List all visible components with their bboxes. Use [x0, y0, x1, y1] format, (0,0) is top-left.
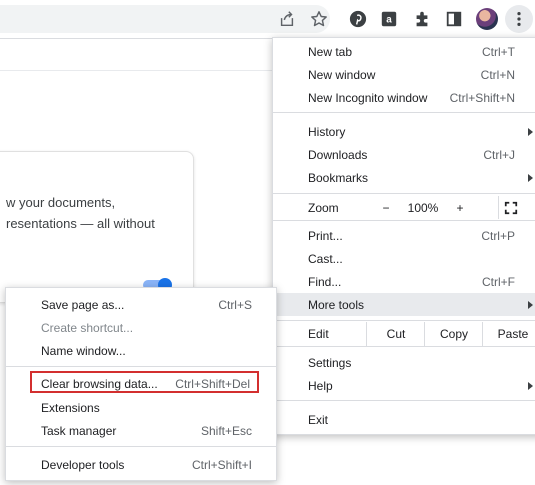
zoom-out-button[interactable]: −	[371, 196, 401, 219]
menu-separator	[6, 446, 276, 447]
menu-label: Find...	[308, 274, 342, 289]
page-divider	[0, 70, 285, 71]
copy-button[interactable]: Copy	[424, 322, 483, 346]
menu-separator	[273, 320, 535, 321]
menu-label: History	[308, 124, 346, 139]
menu-shortcut: Ctrl+N	[480, 67, 515, 82]
menu-item-more-tools[interactable]: More tools	[273, 293, 535, 316]
menu-label: Save page as...	[41, 297, 125, 312]
zoom-in-button[interactable]: +	[445, 196, 475, 219]
menu-label: Downloads	[308, 147, 368, 162]
menu-shortcut: Ctrl+T	[482, 44, 515, 59]
highlight-annotation	[30, 371, 259, 393]
submenu-arrow-icon	[528, 173, 533, 182]
menu-item-save-page[interactable]: Save page as... Ctrl+S	[6, 293, 276, 316]
menu-label: More tools	[308, 297, 365, 312]
menu-item-bookmarks[interactable]: Bookmarks	[273, 166, 535, 189]
menu-label: Create shortcut...	[41, 320, 134, 335]
menu-item-help[interactable]: Help	[273, 374, 535, 397]
menu-separator	[273, 346, 535, 347]
menu-shortcut: Ctrl+Shift+N	[449, 90, 515, 105]
menu-shortcut: Ctrl+F	[482, 274, 515, 289]
menu-shortcut: Shift+Esc	[200, 423, 252, 438]
menu-label: Help	[308, 378, 333, 393]
chrome-main-menu: New tab Ctrl+T New window Ctrl+N New Inc…	[272, 37, 535, 435]
menu-label: New tab	[308, 44, 353, 59]
menu-shortcut: Ctrl+Shift+I	[191, 457, 252, 472]
submenu-arrow-icon	[528, 127, 533, 136]
kebab-menu-icon[interactable]	[505, 5, 533, 33]
paste-button[interactable]: Paste	[482, 322, 535, 346]
menu-label: Edit	[308, 326, 329, 341]
menu-item-edit: Edit Cut Copy Paste	[273, 322, 535, 346]
menu-separator	[273, 193, 535, 194]
menu-item-new-window[interactable]: New window Ctrl+N	[273, 63, 535, 86]
menu-label: Name window...	[41, 343, 126, 358]
menu-label: Cast...	[308, 251, 343, 266]
menu-item-settings[interactable]: Settings	[273, 351, 535, 374]
menu-item-task-manager[interactable]: Task manager Shift+Esc	[6, 419, 276, 442]
menu-item-create-shortcut[interactable]: Create shortcut...	[6, 316, 276, 339]
menu-item-new-incognito[interactable]: New Incognito window Ctrl+Shift+N	[273, 86, 535, 109]
menu-label: Exit	[308, 412, 329, 427]
pinterest-icon[interactable]	[347, 8, 369, 30]
cut-button[interactable]: Cut	[366, 322, 425, 346]
menu-label: Zoom	[308, 200, 339, 215]
menu-item-find[interactable]: Find... Ctrl+F	[273, 270, 535, 293]
menu-separator	[273, 400, 535, 401]
menu-label: Bookmarks	[308, 170, 369, 185]
menu-label: Print...	[308, 228, 343, 243]
menu-item-cast[interactable]: Cast...	[273, 247, 535, 270]
menu-shortcut: Ctrl+P	[481, 228, 515, 243]
avatar[interactable]	[476, 8, 498, 30]
menu-item-zoom: Zoom − 100% +	[273, 196, 535, 219]
menu-label: Extensions	[41, 400, 100, 415]
menu-separator	[273, 220, 535, 221]
menu-separator	[273, 112, 535, 113]
star-icon[interactable]	[308, 8, 330, 30]
menu-item-history[interactable]: History	[273, 120, 535, 143]
zoom-level: 100%	[407, 200, 439, 215]
menu-shortcut: Ctrl+J	[483, 147, 515, 162]
menu-item-print[interactable]: Print... Ctrl+P	[273, 224, 535, 247]
menu-label: New window	[308, 67, 376, 82]
menu-label: Developer tools	[41, 457, 125, 472]
card-text: w your documents, resentations — all wit…	[6, 195, 155, 231]
menu-label: New Incognito window	[308, 90, 428, 105]
submenu-arrow-icon	[528, 381, 533, 390]
menu-item-downloads[interactable]: Downloads Ctrl+J	[273, 143, 535, 166]
menu-separator	[6, 366, 276, 367]
extension-a-icon[interactable]: a	[378, 8, 400, 30]
share-icon[interactable]	[276, 8, 298, 30]
menu-label: Task manager	[41, 423, 117, 438]
menu-item-extensions[interactable]: Extensions	[6, 396, 276, 419]
submenu-arrow-icon	[528, 300, 533, 309]
menu-label: Settings	[308, 355, 352, 370]
menu-item-developer-tools[interactable]: Developer tools Ctrl+Shift+I	[6, 453, 276, 476]
svg-text:a: a	[386, 15, 392, 26]
menu-item-exit[interactable]: Exit	[273, 408, 535, 431]
menu-item-name-window[interactable]: Name window...	[6, 339, 276, 362]
side-panel-icon[interactable]	[443, 8, 465, 30]
menu-item-new-tab[interactable]: New tab Ctrl+T	[273, 40, 535, 63]
puzzle-icon[interactable]	[411, 8, 433, 30]
menu-shortcut: Ctrl+S	[218, 297, 252, 312]
browser-toolbar: a	[0, 0, 535, 39]
fullscreen-icon[interactable]	[498, 196, 523, 219]
